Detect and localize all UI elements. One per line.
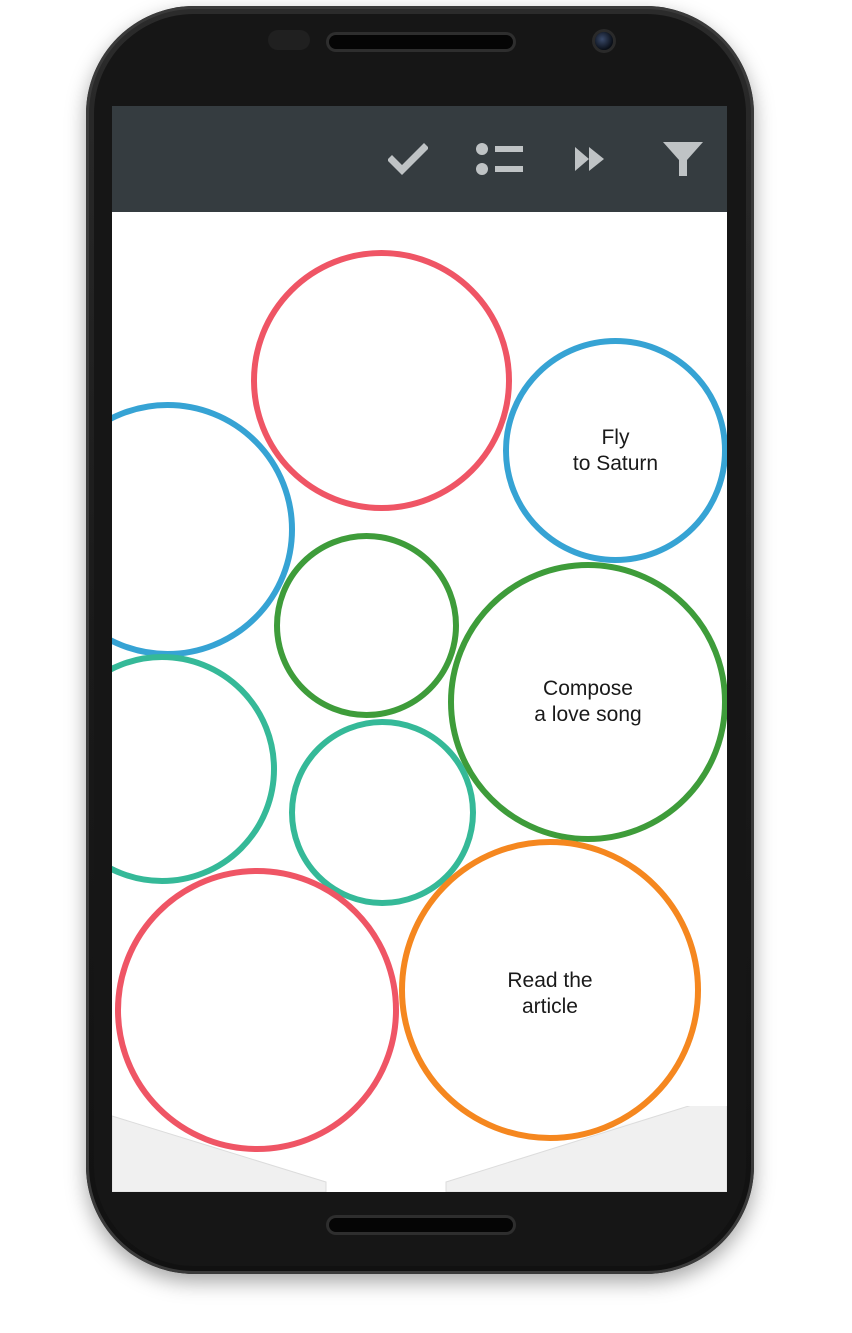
task-bubble[interactable]: Compose a love song: [448, 562, 727, 842]
proximity-sensor: [268, 30, 310, 50]
complete-button[interactable]: [383, 134, 433, 184]
filter-icon: [663, 142, 703, 176]
filter-button[interactable]: [658, 134, 708, 184]
bottom-speaker-grille: [329, 1218, 513, 1232]
task-bubble[interactable]: [251, 250, 512, 511]
check-icon: [388, 143, 428, 175]
app-screen: Fly to Saturn Compose a love song Read t…: [112, 106, 727, 1192]
task-bubble[interactable]: [274, 533, 459, 718]
front-camera: [595, 32, 613, 50]
task-bubble-label: Read the article: [507, 969, 593, 1018]
task-bubble[interactable]: Read the article: [399, 839, 701, 1141]
fast-forward-icon: [575, 147, 604, 171]
list-button[interactable]: [475, 134, 525, 184]
task-bubble-label: Compose a love song: [534, 677, 642, 726]
bottom-shelf: [112, 1106, 727, 1192]
bubble-canvas: Fly to Saturn Compose a love song Read t…: [112, 212, 727, 1192]
list-icon: [476, 143, 523, 175]
fast-forward-button[interactable]: [565, 134, 615, 184]
task-bubble[interactable]: Fly to Saturn: [503, 338, 727, 563]
toolbar: [112, 106, 727, 212]
top-speaker-grille: [329, 35, 513, 49]
task-bubble[interactable]: [112, 654, 277, 884]
task-bubble-label: Fly to Saturn: [572, 425, 659, 475]
